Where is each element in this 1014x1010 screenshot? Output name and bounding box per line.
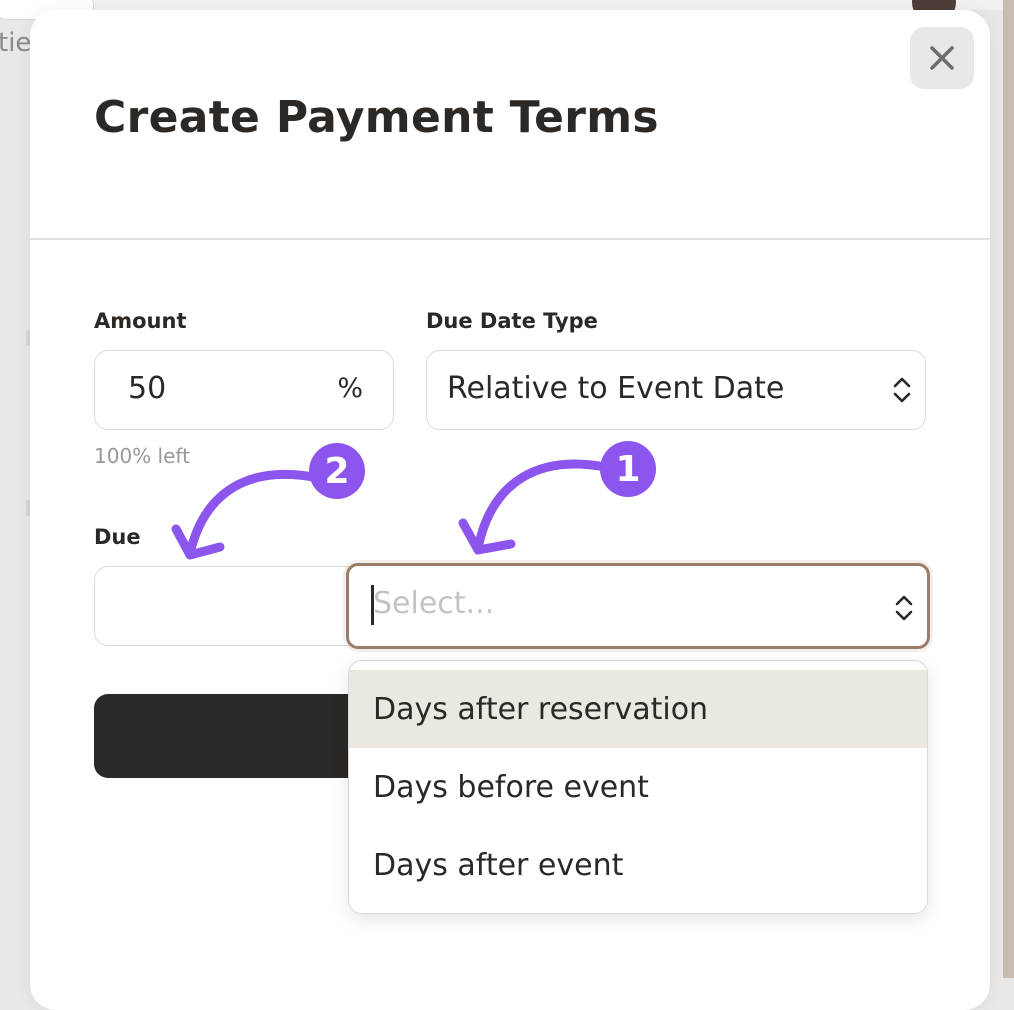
due-type-dropdown-menu: Days after reservation Days before event… xyxy=(348,660,928,914)
background-side-strip xyxy=(1003,0,1014,978)
create-payment-terms-dialog: Create Payment Terms Amount 50 % 100% le… xyxy=(30,10,990,1010)
amount-helper-text: 100% left xyxy=(94,444,190,468)
amount-value: 50 xyxy=(128,371,167,406)
due-type-placeholder: Select... xyxy=(373,586,495,621)
step-badge-1: 1 xyxy=(600,441,656,497)
chevron-up-down-icon xyxy=(895,595,913,621)
background-app-header xyxy=(0,0,1014,10)
dropdown-option[interactable]: Days after reservation xyxy=(349,670,927,748)
dropdown-option[interactable]: Days before event xyxy=(349,748,927,826)
close-icon xyxy=(930,46,954,70)
dropdown-option[interactable]: Days after event xyxy=(349,826,927,904)
due-date-type-value: Relative to Event Date xyxy=(447,371,785,406)
chevron-up-down-icon xyxy=(893,377,911,403)
due-days-input[interactable] xyxy=(94,566,374,646)
amount-input[interactable]: 50 % xyxy=(94,350,394,430)
due-date-type-select[interactable]: Relative to Event Date xyxy=(426,350,926,430)
due-date-type-label: Due Date Type xyxy=(426,309,598,333)
percent-sign: % xyxy=(337,373,363,404)
due-type-select[interactable]: Select... xyxy=(346,563,930,649)
background-title-fragment: tie xyxy=(0,28,32,58)
due-label: Due xyxy=(94,525,141,549)
dialog-title: Create Payment Terms xyxy=(94,92,659,143)
step-badge-2: 2 xyxy=(309,443,365,499)
close-button[interactable] xyxy=(910,27,974,89)
header-divider xyxy=(30,238,990,240)
amount-label: Amount xyxy=(94,309,187,333)
